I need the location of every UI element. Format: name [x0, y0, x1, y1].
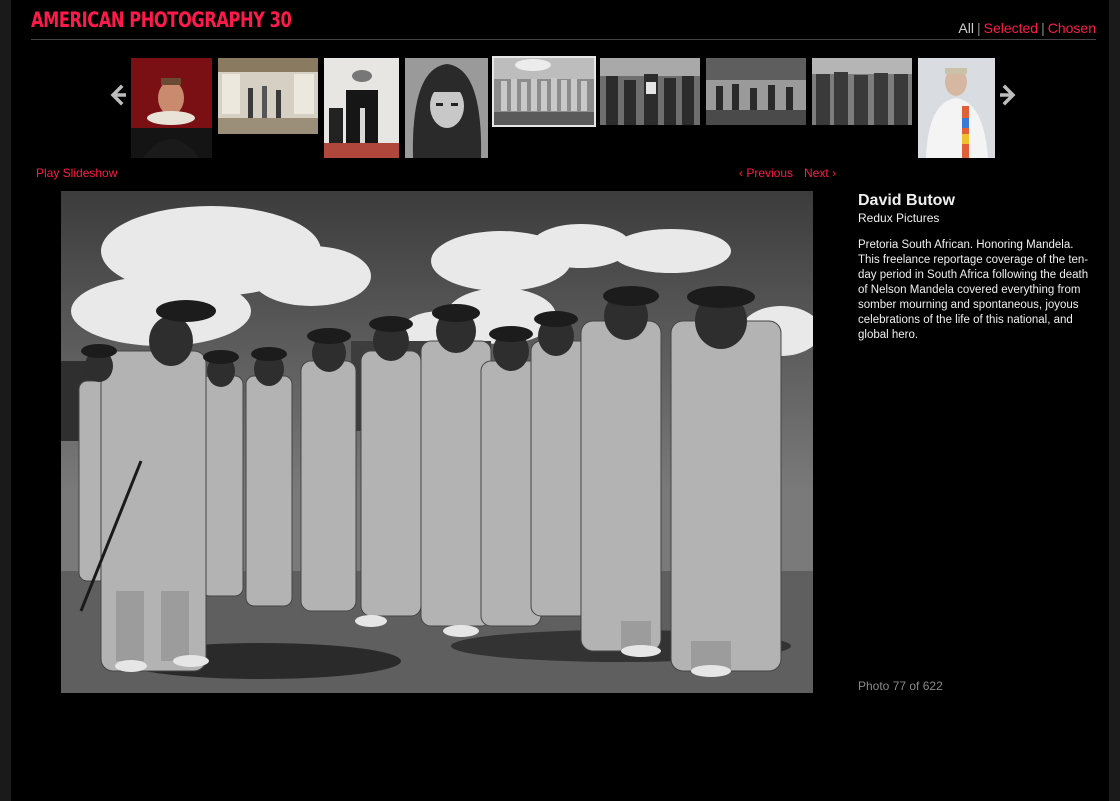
main-photo[interactable]: [61, 191, 813, 693]
thumbnail-7[interactable]: [706, 58, 806, 125]
thumbnail-9[interactable]: [918, 58, 995, 158]
thumbnail-1[interactable]: [131, 58, 212, 158]
thumbnail-8[interactable]: [812, 58, 912, 125]
thumbnail-3[interactable]: [324, 58, 399, 158]
photo-counter: Photo 77 of 622: [858, 679, 943, 693]
photo-description: Pretoria South African. Honoring Mandela…: [858, 239, 1089, 341]
site-title[interactable]: AMERICAN PHOTOGRAPHY 30: [31, 8, 292, 32]
thumbnail-4[interactable]: [405, 58, 488, 158]
agency-name: Redux Pictures: [858, 211, 940, 225]
filter-separator: |: [1041, 20, 1045, 36]
filmstrip-next-button[interactable]: [997, 84, 1019, 106]
previous-link[interactable]: ‹ Previous: [739, 166, 793, 180]
thumbnail-2[interactable]: [218, 58, 318, 134]
filter-chosen-link[interactable]: Chosen: [1048, 20, 1096, 36]
play-slideshow-link[interactable]: Play Slideshow: [36, 166, 117, 180]
page: AMERICAN PHOTOGRAPHY 30 All | Selected | Cho…: [11, 0, 1109, 801]
photographer-name: David Butow: [858, 192, 955, 209]
chevron-left-icon: [107, 84, 129, 106]
filmstrip-prev-button[interactable]: [107, 84, 129, 106]
photo-caption: David Butow Redux Pictures Pretoria Sout…: [858, 191, 1098, 343]
filter-selected-link[interactable]: Selected: [984, 20, 1038, 36]
next-link[interactable]: Next ›: [804, 166, 836, 180]
chevron-right-icon: [997, 84, 1019, 106]
header-divider: [31, 39, 1096, 40]
thumbnail-5-current[interactable]: [492, 56, 596, 127]
thumbnail-6[interactable]: [600, 58, 700, 125]
filter-separator: |: [976, 20, 981, 36]
filter-all-link[interactable]: All: [958, 20, 974, 36]
filter-nav: All | Selected | Chosen: [958, 20, 1096, 36]
